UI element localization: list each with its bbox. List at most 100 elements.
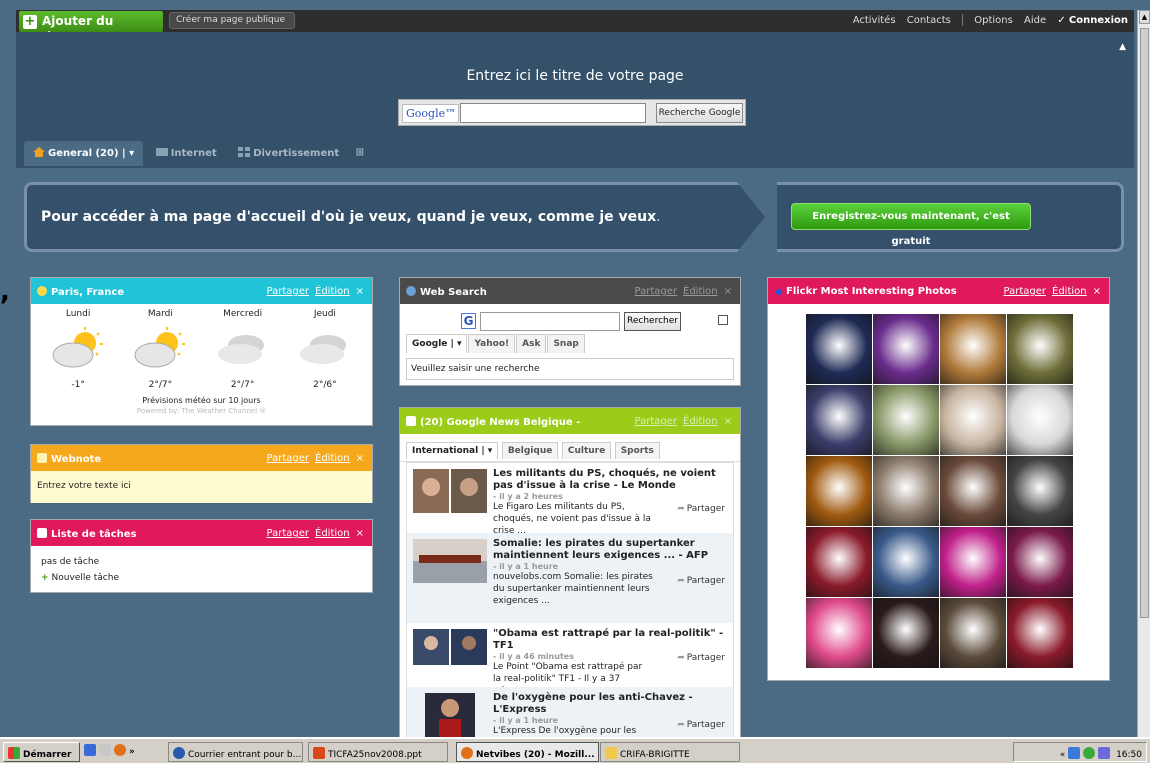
share-link[interactable]: Partager [1004,286,1046,297]
weather-header: Paris, France Partager Édition × [31,278,372,304]
flickr-photo[interactable] [1007,598,1073,668]
news-tab-sports[interactable]: Sports [614,442,660,459]
google-search-button[interactable]: Recherche Google [656,103,743,123]
close-icon[interactable]: × [356,453,364,464]
close-icon[interactable]: × [356,286,364,297]
flickr-photo[interactable] [806,456,872,526]
tray-expand-icon[interactable]: « [1060,750,1066,760]
flickr-photo[interactable] [873,456,939,526]
flickr-photo[interactable] [1007,385,1073,455]
edit-link[interactable]: Édition [683,286,718,297]
news-tab-belgique[interactable]: Belgique [501,442,559,459]
tab-menu-chevron-icon[interactable]: | ▾ [122,148,134,159]
news-share-link[interactable]: ➦ Partager [677,720,725,730]
close-icon[interactable]: × [1093,286,1101,297]
flickr-photo[interactable] [940,456,1006,526]
desktop-icon[interactable] [84,744,96,756]
engine-tab-ask[interactable]: Ask [516,334,547,353]
share-link[interactable]: Partager [267,528,309,539]
nav-options-link[interactable]: Options [974,15,1013,26]
share-link[interactable]: Partager [635,416,677,427]
windows-taskbar: Démarrer » Courrier entrant pour b.... T… [0,737,1150,763]
news-tab-culture[interactable]: Culture [561,442,612,459]
google-search-input[interactable] [460,103,646,123]
flickr-photo[interactable] [873,598,939,668]
news-share-link[interactable]: ➦ Partager [677,504,725,514]
tasks-widget: Liste de tâches Partager Édition × pas de … [30,519,373,593]
vertical-scrollbar[interactable]: ▲ [1137,10,1150,737]
websearch-checkbox[interactable] [718,315,728,325]
news-tab-international[interactable]: International | ▾ [406,442,499,459]
nav-help-link[interactable]: Aide [1024,15,1046,26]
webnote-actions: Partager Édition × [261,453,364,464]
close-icon[interactable]: × [724,286,732,297]
tray-icon[interactable] [1098,747,1111,759]
new-task-link[interactable]: + Nouvelle tâche [41,570,362,586]
flickr-photo[interactable] [940,527,1006,597]
tray-icon[interactable] [1083,747,1096,759]
flickr-photo[interactable] [940,598,1006,668]
news-tab-chevron-icon[interactable]: | ▾ [481,446,492,456]
edit-link[interactable]: Édition [683,416,718,427]
engine-tab-snap[interactable]: Snap [547,334,585,353]
flickr-photo[interactable] [873,314,939,384]
engine-menu-chevron-icon[interactable]: | ▾ [451,339,462,349]
add-tab-button[interactable]: ⊞ [352,141,373,166]
news-item[interactable]: Somalie: les pirates du supertanker main… [407,533,733,623]
news-item[interactable]: De l'oxygène pour les anti-Chavez - L'Ex… [407,687,733,737]
quick-launch-more-icon[interactable]: » [129,747,135,757]
taskbar-item-netvibes[interactable]: Netvibes (20) - Mozill... [456,742,599,762]
scrollbar-thumb[interactable] [1140,28,1149,618]
tab-internet[interactable]: Internet [147,141,226,166]
websearch-button[interactable]: Rechercher [624,312,681,331]
share-link[interactable]: Partager [635,286,677,297]
news-share-link[interactable]: ➦ Partager [677,576,725,586]
document-icon[interactable] [99,744,111,756]
engine-tab-google[interactable]: Google | ▾ [406,334,468,353]
taskbar-item-ppt[interactable]: TICFA25nov2008.ppt [308,742,448,762]
flickr-photo[interactable] [1007,527,1073,597]
public-page-button[interactable]: Créer ma page publique [169,12,295,29]
webnote-textarea[interactable]: Entrez votre texte ici [31,471,372,503]
close-icon[interactable]: × [356,528,364,539]
edit-link[interactable]: Édition [315,528,350,539]
register-button[interactable]: Enregistrez-vous maintenant, c'est gratu… [791,203,1031,247]
tab-divertissement[interactable]: Divertissement [229,141,348,166]
login-link[interactable]: ✓ Connexion [1057,15,1128,26]
flickr-photo[interactable] [873,385,939,455]
flickr-photo[interactable] [873,527,939,597]
nav-contacts-link[interactable]: Contacts [907,15,951,26]
news-item[interactable]: "Obama est rattrapé par la real-politik"… [407,623,733,696]
edit-link[interactable]: Édition [315,453,350,464]
nav-activities-link[interactable]: Activités [853,15,896,26]
taskbar-item-mail[interactable]: Courrier entrant pour b.... [168,742,303,762]
flickr-photo[interactable] [1007,456,1073,526]
edit-link[interactable]: Édition [315,286,350,297]
firefox-icon[interactable] [114,744,126,756]
ten-day-forecast-link[interactable]: Prévisions météo sur 10 jours [31,396,372,405]
scroll-up-arrow-icon[interactable]: ▲ [1139,10,1150,24]
share-link[interactable]: Partager [267,453,309,464]
websearch-input[interactable] [480,312,620,331]
flickr-photo[interactable] [1007,314,1073,384]
start-button[interactable]: Démarrer [3,742,80,762]
news-item[interactable]: Les militants du PS, choqués, ne voient … [407,463,733,536]
tab-general[interactable]: General (20) | ▾ [24,141,144,166]
engine-tab-yahoo[interactable]: Yahoo! [468,334,516,353]
flickr-photo[interactable] [806,385,872,455]
news-share-link[interactable]: ➦ Partager [677,653,725,663]
tray-icon[interactable] [1068,747,1081,759]
add-content-button[interactable]: +Ajouter du contenu [19,11,163,43]
close-icon[interactable]: × [724,416,732,427]
edit-link[interactable]: Édition [1052,286,1087,297]
flickr-photo[interactable] [940,314,1006,384]
collapse-header-icon[interactable]: ▲ [1119,42,1126,52]
page-title[interactable]: Entrez ici le titre de votre page [16,68,1134,84]
flickr-photo[interactable] [806,598,872,668]
flickr-photo[interactable] [806,314,872,384]
flickr-photo[interactable] [940,385,1006,455]
flickr-photo[interactable] [806,527,872,597]
powered-by[interactable]: Powered by: The Weather Channel ® [31,407,372,415]
share-link[interactable]: Partager [267,286,309,297]
taskbar-item-folder[interactable]: CRIFA-BRIGITTE [600,742,740,762]
